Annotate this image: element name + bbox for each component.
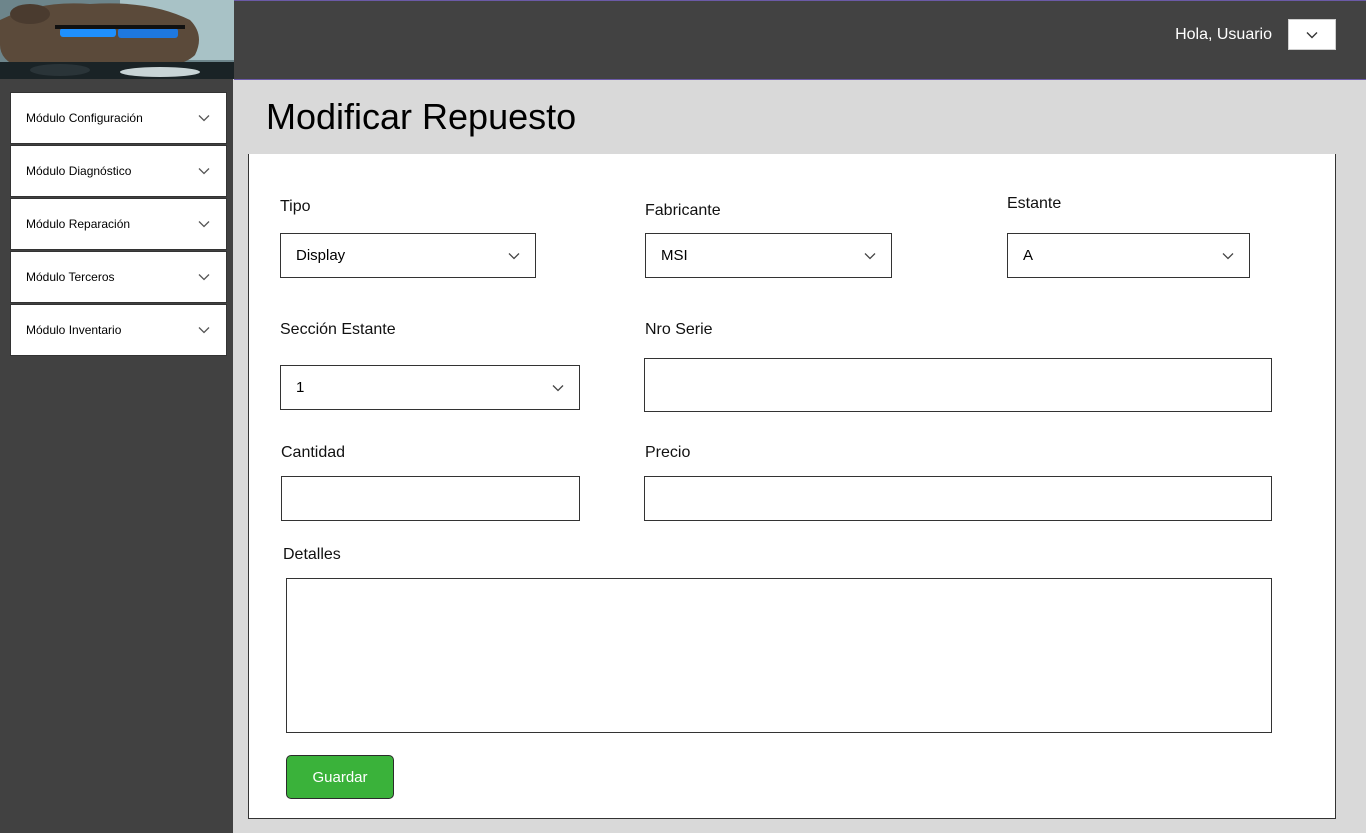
sidebar-item-diagnostico[interactable]: Módulo Diagnóstico [10,145,227,197]
sidebar-item-configuracion[interactable]: Módulo Configuración [10,92,227,144]
user-menu-dropdown[interactable] [1288,19,1336,50]
cantidad-input[interactable] [281,476,580,521]
precio-label: Precio [645,444,691,461]
fabricante-select[interactable]: MSI [645,233,892,278]
seccion-estante-label: Sección Estante [280,321,396,338]
chevron-down-icon [198,168,210,175]
page-title: Modificar Repuesto [266,96,577,137]
fabricante-label: Fabricante [645,202,721,219]
detalles-label: Detalles [283,546,341,563]
sidebar-item-label: Módulo Terceros [26,270,115,284]
seccion-estante-value: 1 [296,379,305,396]
nro-serie-input[interactable] [644,358,1272,412]
estante-select[interactable]: A [1007,233,1250,278]
user-greeting: Hola, Usuario [1175,26,1272,43]
chevron-down-icon [508,252,520,259]
precio-input[interactable] [644,476,1272,521]
top-bar: Hola, Usuario [234,0,1366,80]
sidebar-item-label: Módulo Inventario [26,323,122,337]
sidebar-item-inventario[interactable]: Módulo Inventario [10,304,227,356]
tipo-select[interactable]: Display [280,233,536,278]
chevron-down-icon [1222,252,1234,259]
chevron-down-icon [198,115,210,122]
sidebar-item-terceros[interactable]: Módulo Terceros [10,251,227,303]
estante-label: Estante [1007,195,1062,212]
nro-serie-label: Nro Serie [645,321,713,338]
detalles-textarea[interactable] [286,578,1272,733]
sidebar-item-reparacion[interactable]: Módulo Reparación [10,198,227,250]
chevron-down-icon [1306,31,1318,38]
sidebar-item-label: Módulo Configuración [26,111,143,125]
sidebar-item-label: Módulo Diagnóstico [26,164,132,178]
chevron-down-icon [198,327,210,334]
tipo-label: Tipo [280,198,311,215]
save-button[interactable]: Guardar [286,755,394,799]
cantidad-label: Cantidad [281,444,346,461]
fabricante-value: MSI [661,247,688,264]
tipo-value: Display [296,247,346,264]
chevron-down-icon [198,274,210,281]
chevron-down-icon [864,252,876,259]
seccion-estante-select[interactable]: 1 [280,365,580,410]
sidebar-item-label: Módulo Reparación [26,217,131,231]
app-logo [0,0,234,79]
estante-value: A [1023,247,1034,264]
chevron-down-icon [552,384,564,391]
chevron-down-icon [198,221,210,228]
